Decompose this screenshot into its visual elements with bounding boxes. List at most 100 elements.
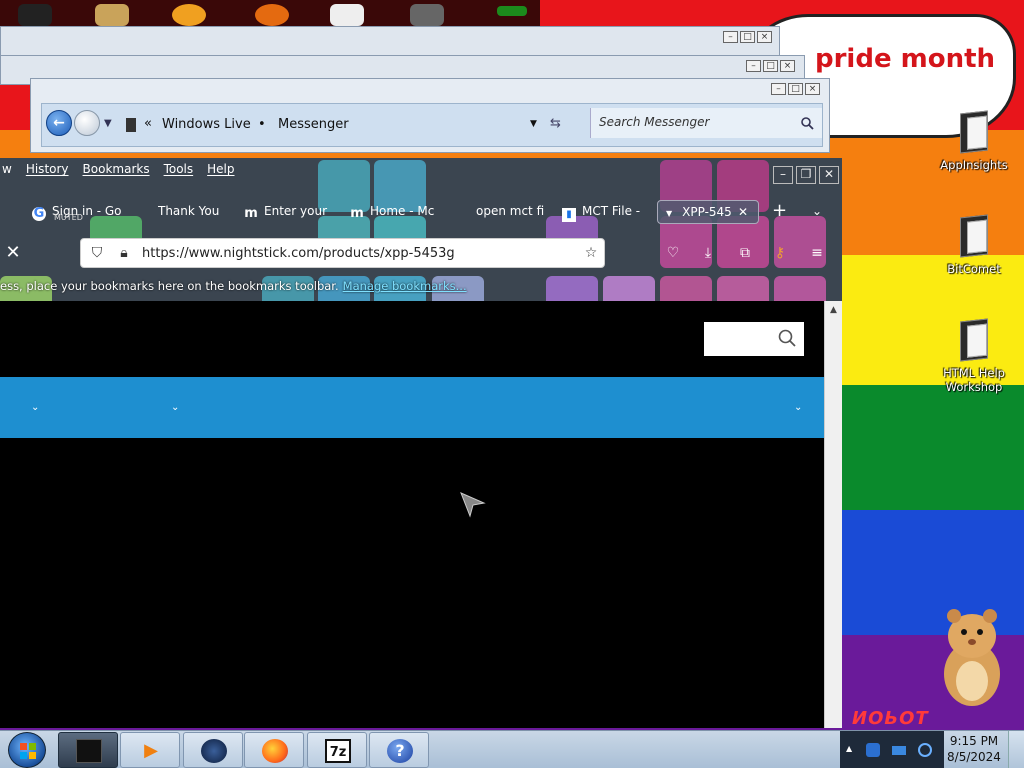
action-center-icon[interactable] (892, 746, 906, 755)
tab-xpp-active[interactable]: ▼ XPP-545 ✕ (657, 200, 759, 224)
nav-dropdown-chevron-icon[interactable]: ⌄ (31, 402, 39, 413)
desktop-icon-html-help-workshop[interactable]: HTML Help Workshop (930, 318, 1018, 394)
volume-tray-icon[interactable] (918, 743, 932, 757)
breadcrumb-separator: • (258, 117, 266, 132)
tab-strip: G Sign in - Go MUTED Thank You m Enter you… (0, 198, 842, 226)
desktop-icon-dark[interactable] (18, 4, 52, 26)
network-tray-icon[interactable] (866, 743, 880, 757)
site-search-input[interactable] (704, 322, 804, 356)
tab-mct-file[interactable]: ▮ MCT File - (562, 200, 648, 224)
menu-history[interactable]: History (24, 162, 71, 182)
search-icon[interactable] (801, 117, 814, 130)
bookmark-star-icon[interactable]: ☆ (583, 245, 599, 261)
page-content: ⌄ ⌄ ⌄ (0, 301, 824, 728)
shield-icon[interactable]: ⛉ (89, 245, 105, 261)
messenger-explorer-window[interactable]: – □ × ← ▼ « Windows Live • Messenger ▼ ⇆… (30, 78, 830, 153)
theme-tile (546, 276, 598, 301)
address-dropdown-icon[interactable]: ▼ (530, 119, 537, 129)
tab-open-mct[interactable]: open mct fi (476, 200, 556, 224)
taskbar-app-globe[interactable] (183, 732, 243, 768)
bookmarks-toolbar: ess, place your bookmarks here on the bo… (0, 279, 467, 299)
show-desktop-button[interactable] (1008, 731, 1024, 768)
tab-enter-your[interactable]: m Enter your (244, 200, 334, 224)
breadcrumb-messenger[interactable]: Messenger (278, 117, 349, 132)
clock-time: 9:15 PM (949, 734, 999, 748)
app-menu-icon[interactable]: ≡ (805, 242, 829, 264)
close-icon[interactable]: × (757, 31, 772, 43)
manage-bookmarks-link[interactable]: Manage bookmarks... (343, 279, 467, 293)
desktop-icon-doc[interactable] (330, 4, 364, 26)
list-tabs-chevron-icon[interactable]: ⌄ (812, 200, 832, 224)
menu-bookmarks[interactable]: Bookmarks (81, 162, 152, 182)
maximize-icon[interactable]: □ (763, 60, 778, 72)
maximize-icon[interactable]: □ (740, 31, 755, 43)
password-key-icon[interactable]: ⚷ (768, 242, 792, 264)
desktop-icon-label: HTML Help Workshop (943, 366, 1005, 394)
desktop-icon-gray[interactable] (410, 4, 444, 26)
minimize-icon[interactable]: – (773, 166, 793, 184)
forward-arrow-icon[interactable] (74, 110, 100, 136)
minimize-icon[interactable]: – (771, 83, 786, 95)
mouse-cursor-icon (460, 492, 486, 518)
extensions-icon[interactable]: ⧉ (733, 242, 757, 264)
clock[interactable]: 9:15 PM 8/5/2024 (944, 733, 1004, 765)
vertical-scrollbar[interactable]: ▲ (824, 301, 842, 728)
tab-home[interactable]: m Home - Mc (350, 200, 445, 224)
back-arrow-icon[interactable]: ← (46, 110, 72, 136)
minimize-icon[interactable]: – (746, 60, 761, 72)
new-tab-plus-icon[interactable]: + (772, 200, 792, 224)
folder-icon (126, 118, 136, 132)
close-tab-icon[interactable]: ✕ (738, 201, 748, 223)
desktop-icon-bitcomet[interactable]: BitComet (930, 214, 1018, 276)
pocket-icon[interactable]: ♡ (661, 242, 685, 264)
background-window-1[interactable]: – □ × (0, 26, 780, 56)
minimize-icon[interactable]: – (723, 31, 738, 43)
desktop-icon-appinsights[interactable]: AppInsights (930, 110, 1018, 172)
android-icon[interactable] (497, 6, 527, 16)
lock-icon[interactable]: 🔒︎ (116, 245, 132, 261)
firefox-window[interactable]: w History Bookmarks Tools Help – ❐ ✕ G Si… (0, 158, 842, 728)
close-icon[interactable]: ✕ (819, 166, 839, 184)
start-button[interactable] (8, 732, 46, 768)
tab-thank-you[interactable]: Thank You (158, 200, 228, 224)
scroll-up-arrow-icon[interactable]: ▲ (825, 303, 842, 317)
refresh-icon[interactable]: ⇆ (550, 116, 561, 131)
nav-dropdown-chevron-icon[interactable]: ⌄ (794, 402, 802, 413)
nav-dropdown-chevron-icon[interactable]: ⌄ (171, 402, 179, 413)
maximize-icon[interactable]: □ (788, 83, 803, 95)
desktop-icon-orange[interactable] (172, 4, 206, 26)
recent-pages-icon[interactable]: ▼ (104, 118, 112, 129)
menu-view[interactable]: w (0, 162, 14, 182)
show-hidden-icons-icon[interactable]: ▲ (846, 744, 860, 758)
taskbar-app-firefox[interactable] (244, 732, 304, 768)
breadcrumb-overflow-icon[interactable]: « (144, 116, 152, 131)
tab-sign-in[interactable]: G Sign in - Go MUTED (32, 200, 142, 224)
taskbar-app-media-player[interactable]: ▶ (120, 732, 180, 768)
taskbar-app-help[interactable]: ? (369, 732, 429, 768)
explorer-address-bar[interactable]: ← ▼ « Windows Live • Messenger ▼ ⇆ Searc… (41, 103, 823, 147)
menu-tools[interactable]: Tools (162, 162, 196, 182)
breadcrumb-windows-live[interactable]: Windows Live (162, 117, 251, 132)
window-controls: – □ × (723, 31, 772, 43)
globe-icon (201, 739, 227, 763)
menu-help[interactable]: Help (205, 162, 236, 182)
close-icon[interactable]: × (805, 83, 820, 95)
doc-icon: ▮ (562, 208, 576, 222)
taskbar: ▶ 7z ? ▲ 9:15 PM 8/5/2024 (0, 730, 1024, 768)
restore-icon[interactable]: ❐ (796, 166, 816, 184)
google-icon: G (32, 206, 46, 221)
search-messenger-field[interactable]: Search Messenger (590, 108, 822, 138)
media-player-icon: ▶ (144, 740, 158, 761)
desktop-icon-folder[interactable] (95, 4, 129, 26)
close-icon[interactable]: × (780, 60, 795, 72)
url-bar[interactable]: ⛉ 🔒︎ https://www.nightstick.com/products… (80, 238, 605, 268)
taskbar-app-terminal[interactable] (58, 732, 118, 768)
desktop-icon-ring[interactable] (255, 4, 289, 26)
url-text: https://www.nightstick.com/products/xpp-… (142, 246, 455, 261)
taskbar-app-7zip[interactable]: 7z (307, 732, 367, 768)
tab-title: Thank You (158, 204, 220, 218)
search-icon[interactable] (778, 329, 796, 347)
download-icon[interactable]: ⤓ (696, 242, 720, 264)
bookmarks-hint-text: ess, place your bookmarks here on the bo… (0, 279, 339, 293)
close-sidebar-icon[interactable]: ✕ (2, 242, 24, 264)
